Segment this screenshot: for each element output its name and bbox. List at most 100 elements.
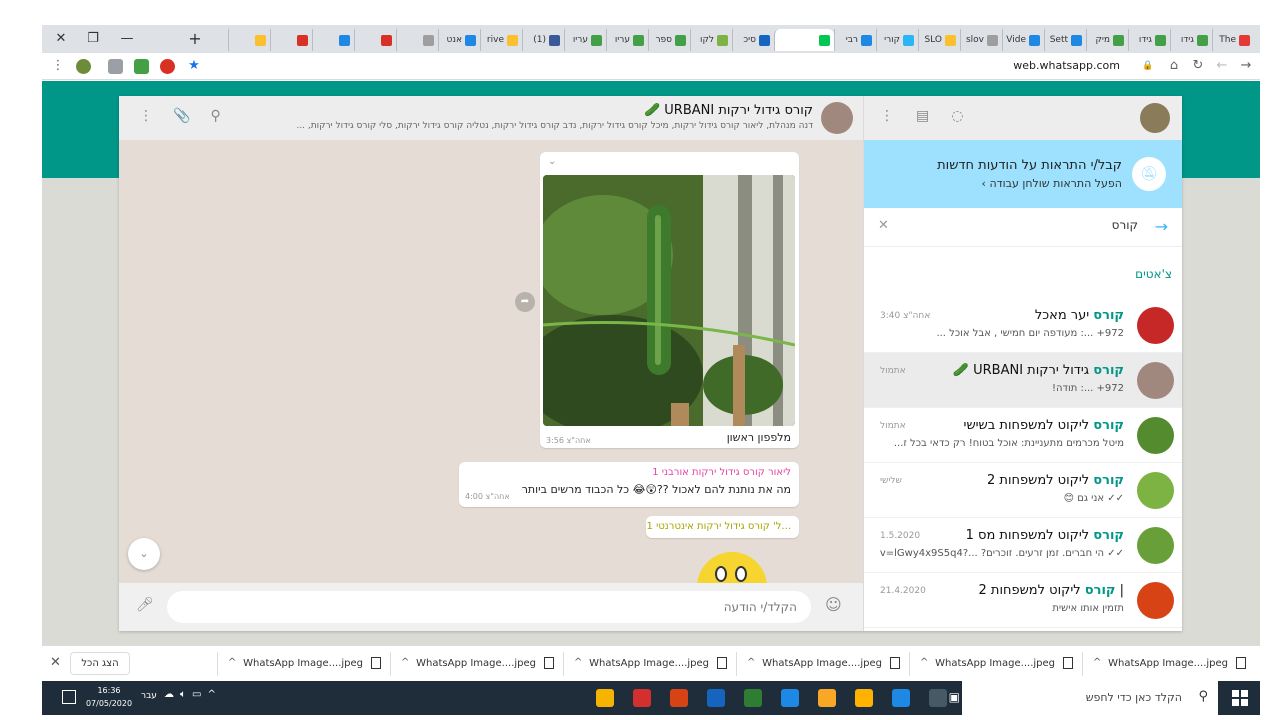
browser-tab[interactable]: Vide (1002, 29, 1044, 51)
new-tab-button[interactable]: + (180, 29, 210, 49)
chat-list-item[interactable]: קורס גידול ירקות URBANI 🥒 אתמול ‎+972 ...:… (864, 353, 1182, 408)
download-item[interactable]: ^ WhatsApp Image....jpeg (217, 652, 387, 676)
attach-icon[interactable]: 📎 (173, 108, 190, 124)
browser-tab[interactable] (228, 29, 270, 51)
back-arrow-icon[interactable]: → (1155, 217, 1168, 236)
download-item[interactable]: ^ WhatsApp Image....jpeg (736, 652, 906, 676)
microphone-icon[interactable]: 🎤︎ (136, 597, 154, 613)
cucumber-image[interactable] (543, 175, 795, 426)
taskbar-app-icon[interactable] (664, 684, 694, 712)
back-icon[interactable]: → (1238, 58, 1254, 74)
clear-search-icon[interactable]: ✕ (878, 218, 889, 233)
taskbar-app-icon[interactable] (738, 684, 768, 712)
browser-tab[interactable]: (1) (522, 29, 564, 51)
browser-tab[interactable]: קורי (876, 29, 918, 51)
taskbar-search[interactable]: ⚲ הקלד כאן כדי לחפש (962, 681, 1218, 715)
image-message[interactable]: ⌄ מלפפון ראשון 3:56 אחה"צ (540, 152, 799, 448)
browser-tab[interactable]: אנט (438, 29, 480, 51)
close-window-button[interactable]: ✕ (46, 29, 76, 49)
chevron-up-icon[interactable]: ^ (920, 657, 928, 668)
chevron-up-icon[interactable]: ^ (574, 657, 582, 668)
download-item[interactable]: ^ WhatsApp Image....jpeg (390, 652, 560, 676)
menu-icon[interactable]: ⋮ (50, 58, 66, 74)
chat-list-item[interactable]: | קורס ליקוט למשפחות 2 21.4.2020 תזמין אות… (864, 573, 1182, 628)
network-icon[interactable]: ▭ (192, 689, 201, 700)
star-icon[interactable]: ★ (186, 58, 202, 74)
browser-tab[interactable]: ספר (648, 29, 690, 51)
browser-tab[interactable]: מיק (1086, 29, 1128, 51)
minimize-window-button[interactable]: — (112, 29, 142, 49)
browser-tab[interactable] (354, 29, 396, 51)
chat-list-item[interactable]: קורס ליקוט למשפחות מס 1 1.5.2020 ✓✓ הי חבר… (864, 518, 1182, 573)
chevron-up-icon[interactable]: ^ (1093, 657, 1101, 668)
browser-tab[interactable]: עריו (564, 29, 606, 51)
notification-banner[interactable]: 🔕︎ קבל/י התראות על הודעות חדשות הפעל התר… (864, 140, 1182, 208)
volume-icon[interactable]: 🔈︎ (180, 689, 186, 700)
browser-tab[interactable]: סיכ (732, 29, 774, 51)
text-message[interactable]: ...ל' קורס גידול ירקות אינטרנטי 1 (646, 516, 799, 538)
extension-icon[interactable] (160, 59, 175, 74)
browser-tab[interactable]: slov (960, 29, 1002, 51)
browser-tab[interactable] (396, 29, 438, 51)
menu-icon[interactable]: ⋮ (880, 108, 894, 124)
chevron-up-icon[interactable]: ^ (207, 689, 215, 700)
chevron-up-icon[interactable]: ^ (401, 657, 409, 668)
taskbar-app-icon[interactable] (849, 684, 879, 712)
forward-icon[interactable]: ← (1214, 58, 1230, 74)
drive-extension-icon[interactable] (108, 59, 123, 74)
chat-list-item[interactable]: קורס ליקוט למשפחות 2 שלישי ✓✓ אני גם 😊 (864, 463, 1182, 518)
search-input[interactable] (918, 218, 1138, 232)
show-all-button[interactable]: הצג הכל (70, 652, 130, 675)
chevron-up-icon[interactable]: ^ (228, 657, 236, 668)
chevron-down-icon[interactable]: ⌄ (548, 156, 556, 167)
close-downloads-button[interactable]: ✕ (50, 655, 61, 670)
status-icon[interactable]: ◌ (951, 108, 963, 124)
conversation-header[interactable]: קורס גידול ירקות URBANI 🥒 דנה מנהלת, ליא… (119, 96, 863, 140)
emoji-sticker[interactable] (697, 552, 767, 583)
taskbar-clock[interactable]: 16:36 07/05/2020 (84, 684, 134, 710)
chat-list-item[interactable]: קורס ליקוט למשפחות בשישי אתמול מיטל מכרמים… (864, 408, 1182, 463)
enable-notifications-link[interactable]: הפעל התראות שולחן עבודה › (982, 177, 1122, 190)
download-item[interactable]: ^ WhatsApp Image....jpeg (909, 652, 1079, 676)
taskbar-app-icon[interactable] (812, 684, 842, 712)
search-icon[interactable]: ⚲ (210, 108, 220, 124)
extension-icon[interactable] (134, 59, 149, 74)
text-message[interactable]: ליאור קורס גידול ירקות אורבני 1 מה את נו… (459, 462, 799, 507)
browser-tab[interactable]: Sett (1044, 29, 1086, 51)
reload-icon[interactable]: ↻ (1190, 58, 1206, 74)
browser-tab[interactable]: עריו (606, 29, 648, 51)
menu-icon[interactable]: ⋮ (139, 108, 153, 124)
taskbar-app-icon[interactable] (886, 684, 916, 712)
browser-tab[interactable] (774, 29, 834, 51)
message-list[interactable]: ⌄ מלפפון ראשון 3:56 אחה"צ ➦ ליאור קורס ג… (119, 140, 863, 583)
browser-tab[interactable]: לקו (690, 29, 732, 51)
windows-start-icon[interactable] (1232, 690, 1248, 706)
restore-window-button[interactable]: ❐ (78, 29, 108, 49)
group-avatar[interactable] (821, 102, 853, 134)
chat-list-item[interactable]: קורס יער מאכל 3:40 אחה"צ ‎+972 ...: מעודפה… (864, 298, 1182, 353)
browser-tab[interactable]: SLO (918, 29, 960, 51)
browser-tab[interactable]: The (1212, 29, 1254, 51)
taskbar-app-icon[interactable] (775, 684, 805, 712)
home-icon[interactable]: ⌂ (1166, 58, 1182, 74)
taskbar-app-icon[interactable] (590, 684, 620, 712)
emoji-icon[interactable]: ☺ (825, 595, 842, 614)
browser-tab[interactable]: גידו (1128, 29, 1170, 51)
taskbar-app-icon[interactable] (627, 684, 657, 712)
task-view-icon[interactable]: ▣ (949, 690, 960, 704)
message-input[interactable] (167, 591, 811, 623)
taskbar-app-icon[interactable] (701, 684, 731, 712)
browser-tab[interactable]: רבי (834, 29, 876, 51)
profile-avatar[interactable] (1140, 103, 1170, 133)
browser-tab[interactable]: גידו (1170, 29, 1212, 51)
notifications-icon[interactable] (62, 690, 76, 704)
chevron-up-icon[interactable]: ^ (747, 657, 755, 668)
new-chat-icon[interactable]: ▤ (916, 108, 929, 124)
extension-icon[interactable] (76, 59, 91, 74)
download-item[interactable]: ^ WhatsApp Image....jpeg (1082, 652, 1252, 676)
browser-tab[interactable] (312, 29, 354, 51)
download-item[interactable]: ^ WhatsApp Image....jpeg (563, 652, 733, 676)
forward-icon[interactable]: ➦ (515, 292, 535, 312)
browser-tab[interactable] (270, 29, 312, 51)
scroll-down-button[interactable]: ⌄ (128, 538, 160, 570)
